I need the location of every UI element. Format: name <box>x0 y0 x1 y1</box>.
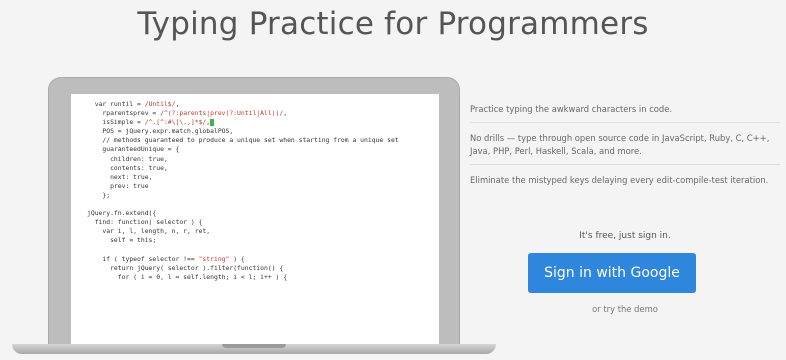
code-line-text: jQuery.fn.extend({ <box>87 209 157 218</box>
code-line-text: var i, l, length, n, r, ret, <box>87 227 211 236</box>
code-line-text: if ( typeof selector !== "string" ) { <box>87 254 245 263</box>
laptop-mockup: var runtil = /Until$/, rparentsprev = /^… <box>48 77 460 346</box>
code-line-text: guaranteedUnique = { <box>87 145 180 154</box>
code-line: find: function( selector ) { <box>87 218 399 227</box>
code-line: rparentsprev = /^(?:parents|prev(?:Until… <box>87 109 399 118</box>
code-line-text: next: true, <box>87 172 153 181</box>
landing-page: Typing Practice for Programmers var runt… <box>0 0 786 360</box>
code-line: guaranteedUnique = { <box>87 145 399 154</box>
free-notice: It's free, just sign in. <box>579 231 671 241</box>
code-sample: var runtil = /Until$/, rparentsprev = /^… <box>87 100 399 282</box>
code-line-text: rparentsprev = /^(?:parents|prev(?:Until… <box>87 109 288 118</box>
code-line: return jQuery( selector ).filter(functio… <box>87 264 399 273</box>
code-line: }; <box>87 191 399 200</box>
code-line: POS = jQuery.expr.match.globalPOS, <box>87 127 399 136</box>
code-line: contents: true, <box>87 164 399 173</box>
code-line: prev: true <box>87 182 399 191</box>
code-line-text: }; <box>87 190 111 199</box>
code-line: isSimple = /^.[^:#\[\.,]*$/, <box>87 118 399 127</box>
code-line-text: return jQuery( selector ).filter(functio… <box>87 263 284 272</box>
typing-cursor <box>210 118 215 126</box>
code-line-text: contents: true, <box>87 163 168 172</box>
code-line: if ( typeof selector !== "string" ) { <box>87 255 399 264</box>
code-line: next: true, <box>87 173 399 182</box>
code-line-text: // methods guaranteed to produce a uniqu… <box>87 136 399 145</box>
try-demo-link[interactable]: or try the demo <box>470 304 780 314</box>
feature-item: Eliminate the mistyped keys delaying eve… <box>470 175 769 185</box>
code-line-text: find: function( selector ) { <box>87 218 203 227</box>
page-title: Typing Practice for Programmers <box>137 6 649 42</box>
code-line: jQuery.fn.extend({ <box>87 209 399 218</box>
feature-item: Practice typing the awkward characters i… <box>470 100 780 123</box>
feature-list: Practice typing the awkward characters i… <box>470 100 780 199</box>
laptop-notch <box>222 344 286 348</box>
code-line-text: self = this; <box>87 236 157 245</box>
code-line-text: var runtil = /Until$/, <box>87 100 180 108</box>
code-line-text: isSimple = /^.[^:#\[\.,]*$/, <box>87 118 211 127</box>
code-line-text: prev: true <box>87 181 149 190</box>
code-line-text: children: true, <box>87 154 168 163</box>
code-line: self = this; <box>87 236 399 245</box>
code-line-text: for ( i = 0, l = self.length; i < l; i++… <box>87 272 288 281</box>
feature-item: No drills — type through open source cod… <box>470 129 780 165</box>
laptop-screen: var runtil = /Until$/, rparentsprev = /^… <box>71 94 439 346</box>
code-line: var i, l, length, n, r, ret, <box>87 227 399 236</box>
code-line: children: true, <box>87 155 399 164</box>
code-line-text: POS = jQuery.expr.match.globalPOS, <box>87 127 234 136</box>
code-line: // methods guaranteed to produce a uniqu… <box>87 136 399 145</box>
code-line: for ( i = 0, l = self.length; i < l; i++… <box>87 273 399 282</box>
code-line: var runtil = /Until$/, <box>87 100 399 109</box>
sign-in-with-google-button[interactable]: Sign in with Google <box>528 253 696 293</box>
